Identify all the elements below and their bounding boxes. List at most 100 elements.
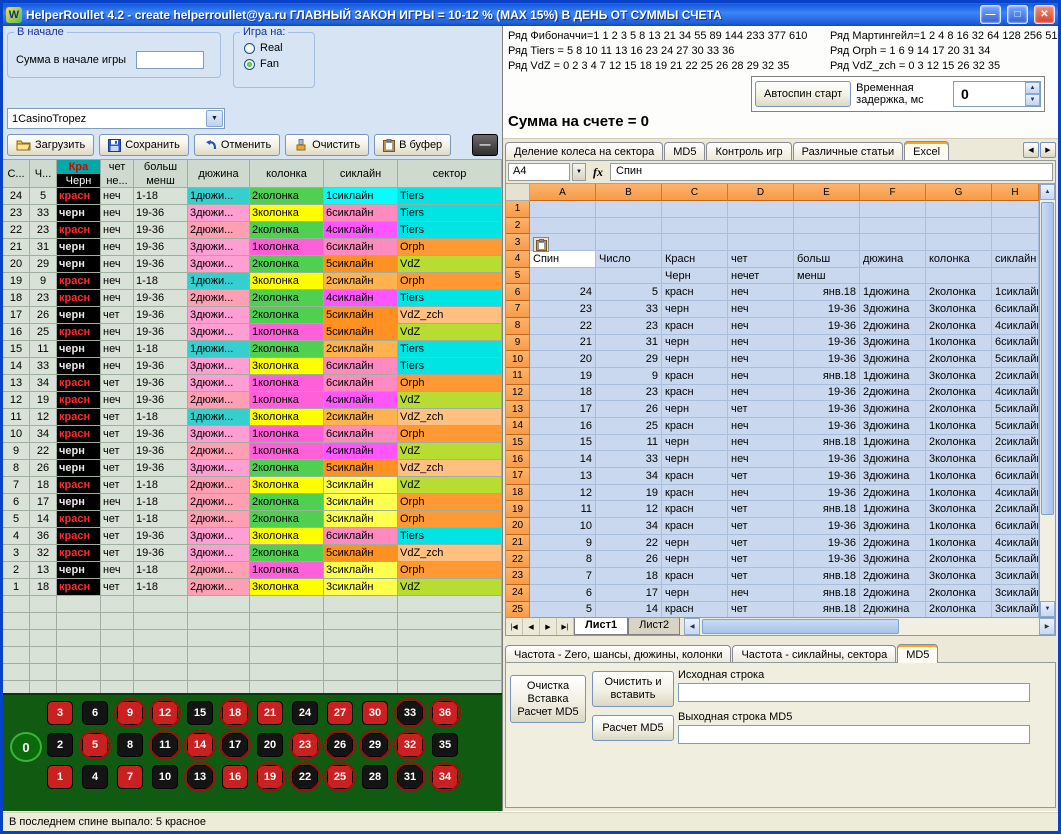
excel-cell[interactable]: 2дюжина [860, 535, 926, 552]
excel-cell[interactable]: 5сиклайн [992, 351, 1039, 368]
excel-cell[interactable] [992, 268, 1039, 285]
excel-cell[interactable]: 2колонка [926, 602, 992, 618]
excel-cell[interactable]: 19-36 [794, 468, 860, 485]
radio-icon[interactable] [244, 43, 255, 54]
undo-button[interactable]: Отменить [194, 134, 280, 156]
excel-cell[interactable]: 2колонка [926, 284, 992, 301]
excel-col-header-A[interactable]: A [530, 184, 596, 201]
board-number-27[interactable]: 27 [327, 701, 353, 725]
paste-options-icon[interactable] [533, 237, 549, 252]
excel-cell[interactable]: 6сиклайн [992, 451, 1039, 468]
excel-cell[interactable]: 34 [596, 518, 662, 535]
excel-cell[interactable]: 19 [596, 485, 662, 502]
excel-cell[interactable]: неч [728, 418, 794, 435]
excel-cell[interactable]: 33 [596, 301, 662, 318]
excel-cell[interactable] [662, 201, 728, 218]
excel-cell[interactable]: янв.18 [794, 585, 860, 602]
excel-cell[interactable]: 22 [596, 535, 662, 552]
excel-cell[interactable]: 13 [530, 468, 596, 485]
excel-cell[interactable]: неч [728, 318, 794, 335]
excel-cell[interactable]: красн [662, 418, 728, 435]
hscroll-thumb[interactable] [702, 619, 899, 634]
excel-cell[interactable]: 3дюжина [860, 451, 926, 468]
excel-cell[interactable]: 19-36 [794, 518, 860, 535]
excel-row-header-10[interactable]: 10 [506, 351, 530, 368]
excel-cell[interactable]: черн [662, 435, 728, 452]
excel-cell[interactable]: 5сиклайн [992, 418, 1039, 435]
excel-row-header-24[interactable]: 24 [506, 585, 530, 602]
excel-cell[interactable]: 1колонка [926, 535, 992, 552]
excel-cell[interactable]: 6сиклайн [992, 335, 1039, 352]
board-number-32[interactable]: 32 [397, 733, 423, 757]
md5-calc-button[interactable]: Расчет MD5 [592, 715, 674, 741]
excel-cell[interactable]: 5 [596, 284, 662, 301]
excel-cell[interactable]: 3сиклайн [992, 568, 1039, 585]
excel-cell[interactable]: 23 [596, 318, 662, 335]
excel-cell[interactable] [596, 268, 662, 285]
excel-cell[interactable]: 2сиклайн [992, 501, 1039, 518]
select-all-corner[interactable] [506, 184, 530, 201]
excel-cell[interactable]: красн [662, 568, 728, 585]
excel-cell[interactable] [728, 234, 794, 251]
excel-cell[interactable]: 19-36 [794, 335, 860, 352]
excel-cell[interactable] [530, 268, 596, 285]
tab-freq-sixlines[interactable]: Частота - сиклайны, сектора [732, 645, 896, 663]
excel-cell[interactable]: менш [794, 268, 860, 285]
excel-cell[interactable]: 17 [596, 585, 662, 602]
board-number-8[interactable]: 8 [117, 733, 143, 757]
tab-md5[interactable]: MD5 [664, 142, 705, 160]
excel-cell[interactable]: неч [728, 368, 794, 385]
excel-row-header-1[interactable]: 1 [506, 201, 530, 218]
excel-cell[interactable] [992, 234, 1039, 251]
board-number-10[interactable]: 10 [152, 765, 178, 789]
excel-row-header-17[interactable]: 17 [506, 468, 530, 485]
md5-clear-paste-calc-button[interactable]: Очистка Вставка Расчет MD5 [510, 675, 586, 723]
excel-cell[interactable]: 3дюжина [860, 418, 926, 435]
excel-cell[interactable]: янв.18 [794, 284, 860, 301]
excel-cell[interactable]: 19-36 [794, 451, 860, 468]
excel-cell[interactable]: 2дюжина [860, 318, 926, 335]
excel-cell[interactable]: Красн [662, 251, 728, 268]
tab-scroll-left-icon[interactable]: ◀ [1023, 142, 1039, 158]
excel-cell[interactable]: 1колонка [926, 335, 992, 352]
excel-cell[interactable] [530, 201, 596, 218]
board-number-17[interactable]: 17 [222, 733, 248, 757]
excel-cell[interactable]: 3колонка [926, 451, 992, 468]
excel-cell[interactable]: красн [662, 485, 728, 502]
tab-md5-bottom[interactable]: MD5 [897, 644, 938, 663]
board-number-5[interactable]: 5 [82, 733, 108, 757]
excel-row-header-16[interactable]: 16 [506, 451, 530, 468]
excel-cell[interactable]: 26 [596, 401, 662, 418]
fx-icon[interactable]: fx [588, 165, 608, 180]
excel-row-header-3[interactable]: 3 [506, 234, 530, 251]
excel-cell[interactable]: 3сиклайн [992, 602, 1039, 618]
excel-cell[interactable]: 33 [596, 451, 662, 468]
radio-selected-icon[interactable] [244, 59, 255, 70]
excel-cell[interactable]: 12 [596, 501, 662, 518]
autospin-start-button[interactable]: Автоспин старт [755, 81, 851, 107]
excel-row-header-11[interactable]: 11 [506, 368, 530, 385]
excel-row-header-14[interactable]: 14 [506, 418, 530, 435]
excel-cell[interactable]: черн [662, 535, 728, 552]
clear-button[interactable]: Очистить [285, 134, 369, 156]
start-sum-input[interactable] [136, 51, 204, 69]
name-box-dropdown-icon[interactable]: ▼ [572, 163, 586, 181]
excel-cell[interactable]: Число [596, 251, 662, 268]
excel-cell[interactable]: 15 [530, 435, 596, 452]
excel-cell[interactable]: 1колонка [926, 468, 992, 485]
excel-cell[interactable]: 6сиклайн [992, 468, 1039, 485]
excel-cell[interactable]: 11 [530, 501, 596, 518]
scroll-left-icon[interactable]: ◀ [684, 618, 700, 635]
vscroll-thumb[interactable] [1041, 202, 1054, 515]
excel-cell[interactable]: 8 [530, 551, 596, 568]
excel-cell[interactable]: черн [662, 401, 728, 418]
excel-cell[interactable]: янв.18 [794, 568, 860, 585]
excel-cell[interactable] [530, 218, 596, 235]
excel-cell[interactable]: неч [728, 351, 794, 368]
excel-cell[interactable]: 20 [530, 351, 596, 368]
excel-cell[interactable]: 3дюжина [860, 468, 926, 485]
excel-cell[interactable]: чет [728, 535, 794, 552]
vertical-scrollbar[interactable]: ▲ ▼ [1039, 184, 1055, 617]
excel-cell[interactable]: 2дюжина [860, 602, 926, 618]
excel-cell[interactable]: красн [662, 602, 728, 618]
